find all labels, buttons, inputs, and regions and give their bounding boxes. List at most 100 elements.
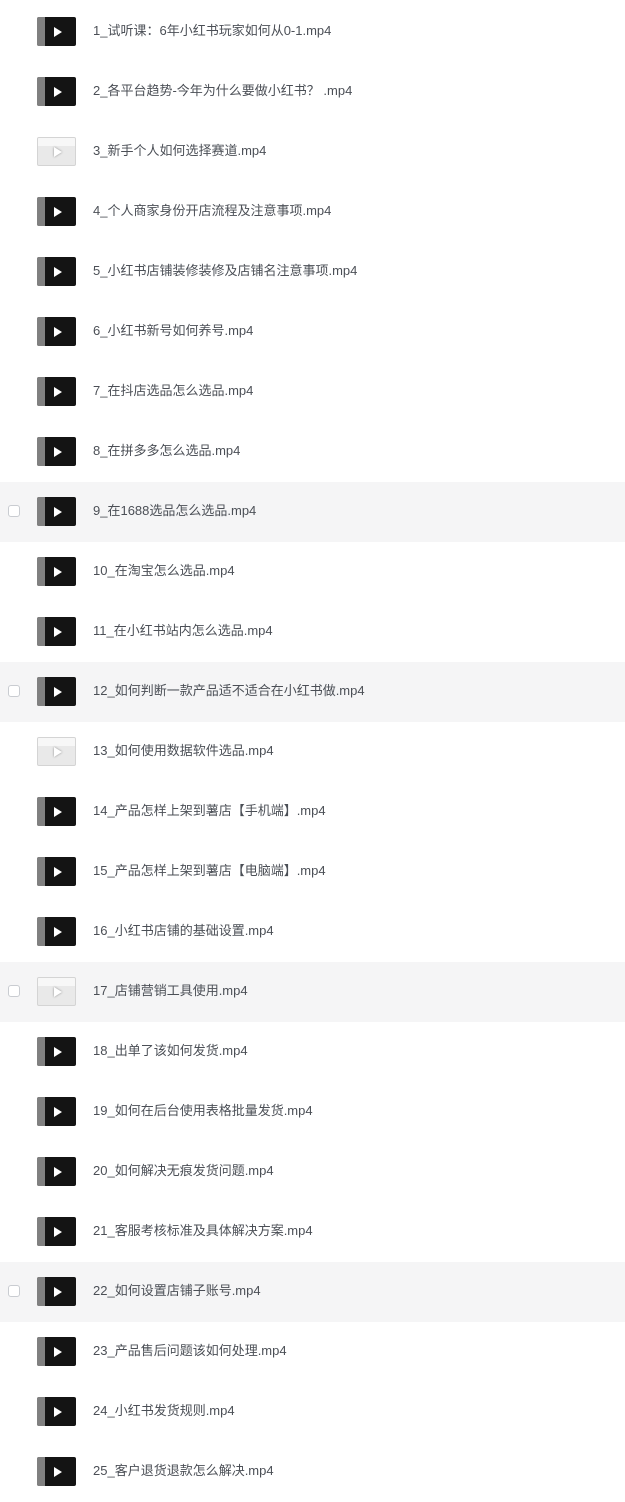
- video-thumbnail-icon[interactable]: [37, 17, 76, 46]
- video-thumbnail-icon[interactable]: [37, 677, 76, 706]
- play-icon: [53, 806, 62, 817]
- thumbnail-screen-preview: [38, 978, 75, 986]
- file-row[interactable]: 11_在小红书站内怎么选品.mp4: [0, 602, 625, 662]
- file-name[interactable]: 6_小红书新号如何养号.mp4: [93, 322, 253, 340]
- file-row[interactable]: 8_在拼多多怎么选品.mp4: [0, 422, 625, 482]
- video-thumbnail-icon[interactable]: [37, 1457, 76, 1486]
- file-name[interactable]: 18_出单了该如何发货.mp4: [93, 1042, 248, 1060]
- file-row[interactable]: 3_新手个人如何选择赛道.mp4: [0, 122, 625, 182]
- file-row[interactable]: 10_在淘宝怎么选品.mp4: [0, 542, 625, 602]
- video-thumbnail-icon[interactable]: [37, 977, 76, 1006]
- file-row[interactable]: 24_小红书发货规则.mp4: [0, 1382, 625, 1442]
- file-row[interactable]: 5_小红书店铺装修装修及店铺名注意事项.mp4: [0, 242, 625, 302]
- play-icon: [53, 1346, 62, 1357]
- thumbnail-screen-preview: [37, 17, 45, 46]
- play-icon: [53, 1046, 62, 1057]
- row-checkbox[interactable]: [8, 1285, 20, 1297]
- file-name[interactable]: 16_小红书店铺的基础设置.mp4: [93, 922, 274, 940]
- file-name[interactable]: 23_产品售后问题该如何处理.mp4: [93, 1342, 287, 1360]
- file-name[interactable]: 2_各平台趋势-今年为什么要做小红书？ .mp4: [93, 82, 352, 100]
- file-row[interactable]: 14_产品怎样上架到薯店【手机端】.mp4: [0, 782, 625, 842]
- thumbnail-screen-preview: [37, 197, 45, 226]
- file-row[interactable]: 7_在抖店选品怎么选品.mp4: [0, 362, 625, 422]
- file-name[interactable]: 3_新手个人如何选择赛道.mp4: [93, 142, 266, 160]
- file-row[interactable]: 18_出单了该如何发货.mp4: [0, 1022, 625, 1082]
- video-thumbnail-icon[interactable]: [37, 257, 76, 286]
- file-name[interactable]: 14_产品怎样上架到薯店【手机端】.mp4: [93, 802, 326, 820]
- file-row[interactable]: 13_如何使用数据软件选品.mp4: [0, 722, 625, 782]
- video-thumbnail-icon[interactable]: [37, 1097, 76, 1126]
- video-thumbnail-icon[interactable]: [37, 737, 76, 766]
- file-row[interactable]: 22_如何设置店铺子账号.mp4: [0, 1262, 625, 1322]
- video-thumbnail-icon[interactable]: [37, 1217, 76, 1246]
- file-row[interactable]: 2_各平台趋势-今年为什么要做小红书？ .mp4: [0, 62, 625, 122]
- file-name[interactable]: 4_个人商家身份开店流程及注意事项.mp4: [93, 202, 331, 220]
- row-checkbox[interactable]: [8, 985, 20, 997]
- play-icon: [53, 1166, 62, 1177]
- file-name[interactable]: 17_店铺营销工具使用.mp4: [93, 982, 248, 1000]
- play-icon: [53, 326, 62, 337]
- video-thumbnail-icon[interactable]: [37, 137, 76, 166]
- file-name[interactable]: 1_试听课：6年小红书玩家如何从0-1.mp4: [93, 22, 331, 40]
- file-row[interactable]: 16_小红书店铺的基础设置.mp4: [0, 902, 625, 962]
- video-thumbnail-icon[interactable]: [37, 617, 76, 646]
- video-thumbnail-icon[interactable]: [37, 317, 76, 346]
- video-thumbnail-icon[interactable]: [37, 1397, 76, 1426]
- video-thumbnail-icon[interactable]: [37, 77, 76, 106]
- file-row[interactable]: 6_小红书新号如何养号.mp4: [0, 302, 625, 362]
- video-thumbnail-icon[interactable]: [37, 1037, 76, 1066]
- thumbnail-screen-preview: [37, 1337, 45, 1366]
- file-row[interactable]: 23_产品售后问题该如何处理.mp4: [0, 1322, 625, 1382]
- file-name[interactable]: 5_小红书店铺装修装修及店铺名注意事项.mp4: [93, 262, 357, 280]
- video-thumbnail-icon[interactable]: [37, 797, 76, 826]
- file-name[interactable]: 13_如何使用数据软件选品.mp4: [93, 742, 274, 760]
- file-name[interactable]: 22_如何设置店铺子账号.mp4: [93, 1282, 261, 1300]
- file-name[interactable]: 9_在1688选品怎么选品.mp4: [93, 502, 256, 520]
- thumbnail-screen-preview: [37, 497, 45, 526]
- thumbnail-screen-preview: [37, 1157, 45, 1186]
- file-name[interactable]: 7_在抖店选品怎么选品.mp4: [93, 382, 253, 400]
- row-checkbox[interactable]: [8, 685, 20, 697]
- file-name[interactable]: 8_在拼多多怎么选品.mp4: [93, 442, 240, 460]
- file-name[interactable]: 11_在小红书站内怎么选品.mp4: [93, 622, 273, 640]
- row-checkbox[interactable]: [8, 505, 20, 517]
- play-icon: [53, 1406, 62, 1417]
- file-row[interactable]: 9_在1688选品怎么选品.mp4: [0, 482, 625, 542]
- file-row[interactable]: 21_客服考核标准及具体解决方案.mp4: [0, 1202, 625, 1262]
- play-icon: [53, 1226, 62, 1237]
- video-thumbnail-icon[interactable]: [37, 197, 76, 226]
- file-name[interactable]: 24_小红书发货规则.mp4: [93, 1402, 235, 1420]
- video-thumbnail-icon[interactable]: [37, 1157, 76, 1186]
- file-row[interactable]: 1_试听课：6年小红书玩家如何从0-1.mp4: [0, 2, 625, 62]
- file-name[interactable]: 10_在淘宝怎么选品.mp4: [93, 562, 235, 580]
- video-thumbnail-icon[interactable]: [37, 857, 76, 886]
- file-row[interactable]: 17_店铺营销工具使用.mp4: [0, 962, 625, 1022]
- thumbnail-screen-preview: [37, 917, 45, 946]
- file-name[interactable]: 12_如何判断一款产品适不适合在小红书做.mp4: [93, 682, 365, 700]
- file-name[interactable]: 20_如何解决无痕发货问题.mp4: [93, 1162, 274, 1180]
- thumbnail-screen-preview: [37, 257, 45, 286]
- play-icon: [53, 986, 62, 997]
- file-row[interactable]: 20_如何解决无痕发货问题.mp4: [0, 1142, 625, 1202]
- file-row[interactable]: 4_个人商家身份开店流程及注意事项.mp4: [0, 182, 625, 242]
- file-row[interactable]: 12_如何判断一款产品适不适合在小红书做.mp4: [0, 662, 625, 722]
- play-icon: [53, 26, 62, 37]
- video-thumbnail-icon[interactable]: [37, 377, 76, 406]
- video-thumbnail-icon[interactable]: [37, 917, 76, 946]
- play-icon: [53, 506, 62, 517]
- thumbnail-screen-preview: [37, 797, 45, 826]
- video-thumbnail-icon[interactable]: [37, 1337, 76, 1366]
- file-name[interactable]: 19_如何在后台使用表格批量发货.mp4: [93, 1102, 313, 1120]
- file-row[interactable]: 25_客户退货退款怎么解决.mp4: [0, 1442, 625, 1502]
- thumbnail-screen-preview: [37, 677, 45, 706]
- video-thumbnail-icon[interactable]: [37, 1277, 76, 1306]
- thumbnail-screen-preview: [38, 138, 75, 146]
- video-thumbnail-icon[interactable]: [37, 437, 76, 466]
- file-row[interactable]: 19_如何在后台使用表格批量发货.mp4: [0, 1082, 625, 1142]
- video-thumbnail-icon[interactable]: [37, 497, 76, 526]
- file-name[interactable]: 25_客户退货退款怎么解决.mp4: [93, 1462, 274, 1480]
- file-row[interactable]: 15_产品怎样上架到薯店【电脑端】.mp4: [0, 842, 625, 902]
- file-name[interactable]: 15_产品怎样上架到薯店【电脑端】.mp4: [93, 862, 326, 880]
- file-name[interactable]: 21_客服考核标准及具体解决方案.mp4: [93, 1222, 313, 1240]
- video-thumbnail-icon[interactable]: [37, 557, 76, 586]
